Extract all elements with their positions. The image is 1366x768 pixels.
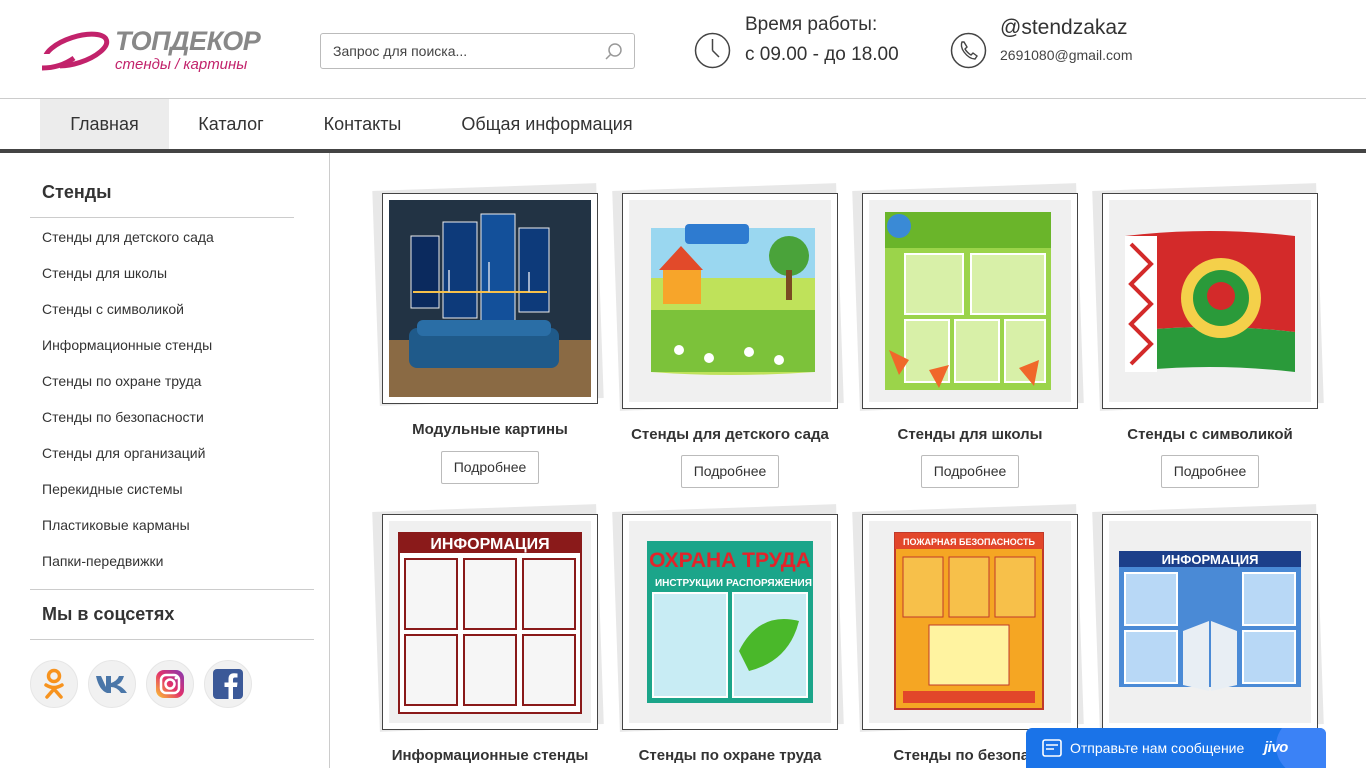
- nav-item-contacts[interactable]: Контакты: [305, 99, 420, 149]
- more-button[interactable]: Подробнее: [1161, 455, 1259, 488]
- instructions-label: ИНСТРУКЦИИ: [655, 578, 723, 589]
- facebook-link[interactable]: [204, 660, 252, 708]
- labor-safety-illustration: ОХРАНА ТРУДА ИНСТРУКЦИИ РАСПОРЯЖЕНИЯ: [629, 521, 831, 723]
- fire-safety-label: ПОЖАРНАЯ БЕЗОПАСНОСТЬ: [903, 537, 1035, 547]
- labor-safety-stand-image[interactable]: ОХРАНА ТРУДА ИНСТРУКЦИИ РАСПОРЯЖЕНИЯ: [629, 521, 831, 723]
- sidebar-item-safety[interactable]: Стенды по безопасности: [42, 409, 204, 425]
- card-title[interactable]: Стенды по охране труда: [610, 747, 850, 764]
- social-heading: Мы в соцсетях: [42, 604, 175, 624]
- mail-icon: [1042, 739, 1062, 757]
- phone-icon: [950, 32, 987, 69]
- nav-item-home[interactable]: Главная: [40, 99, 169, 149]
- instagram-link[interactable]: [146, 660, 194, 708]
- chat-brand: jivo: [1264, 739, 1288, 756]
- nav-item-catalog[interactable]: Каталог: [183, 99, 279, 149]
- sidebar-item-kindergarten[interactable]: Стенды для детского сада: [42, 229, 214, 245]
- main-nav: Главная Каталог Контакты Общая информаци…: [0, 98, 1366, 153]
- site-logo[interactable]: ТОПДЕКОР стенды / картины: [40, 26, 270, 76]
- search-input[interactable]: [321, 34, 591, 68]
- school-stand-illustration: [869, 200, 1071, 402]
- card-title[interactable]: Стенды с символикой: [1090, 426, 1330, 443]
- sidebar-item-flip-systems[interactable]: Перекидные системы: [42, 481, 183, 497]
- modular-painting-image[interactable]: [389, 200, 591, 397]
- chat-widget[interactable]: Отправьте нам сообщение jivo: [1026, 728, 1326, 768]
- contact-name[interactable]: @stendzakaz: [1000, 16, 1128, 40]
- divider: [30, 217, 294, 218]
- odnoklassniki-icon: [44, 668, 64, 699]
- more-button[interactable]: Подробнее: [441, 451, 539, 484]
- sidebar-item-symbols[interactable]: Стенды с символикой: [42, 301, 184, 317]
- flag-illustration: [1109, 200, 1311, 402]
- hours-value: с 09.00 - до 18.00: [745, 44, 899, 65]
- sidebar-item-labor-safety[interactable]: Стенды по охране труда: [42, 373, 201, 389]
- modular-painting-illustration: [389, 200, 591, 397]
- nav-item-info[interactable]: Общая информация: [447, 99, 647, 149]
- sidebar-heading: Стенды: [42, 182, 112, 202]
- info-stand-label: ИНФОРМАЦИЯ: [430, 536, 549, 553]
- card-title[interactable]: Стенды для детского сада: [610, 426, 850, 443]
- hours-label: Время работы:: [745, 14, 878, 35]
- school-stand-image[interactable]: [869, 200, 1071, 402]
- kindergarten-stand-illustration: [629, 200, 831, 402]
- more-button[interactable]: Подробнее: [921, 455, 1019, 488]
- site-header: ТОПДЕКОР стенды / картины Время работы: …: [0, 0, 1366, 98]
- search-icon[interactable]: [604, 42, 624, 62]
- sidebar-item-info[interactable]: Информационные стенды: [42, 337, 212, 353]
- instagram-icon: [156, 670, 184, 698]
- divider: [30, 589, 314, 590]
- card-frame[interactable]: ИНФОРМАЦИЯ: [382, 514, 598, 730]
- facebook-icon: [213, 669, 243, 699]
- more-button[interactable]: Подробнее: [681, 455, 779, 488]
- card-title[interactable]: Информационные стенды: [370, 747, 610, 764]
- chat-label: Отправьте нам сообщение: [1070, 740, 1245, 756]
- flip-system-stand-image[interactable]: ИНФОРМАЦИЯ: [1109, 521, 1311, 723]
- labor-safety-label: ОХРАНА ТРУДА: [649, 549, 811, 572]
- sidebar-item-organizations[interactable]: Стенды для организаций: [42, 445, 205, 461]
- card-frame[interactable]: [862, 193, 1078, 409]
- card-title[interactable]: Стенды для школы: [850, 426, 1090, 443]
- symbols-stand-image[interactable]: [1109, 200, 1311, 402]
- card-frame[interactable]: [622, 193, 838, 409]
- sidebar-item-plastic-pockets[interactable]: Пластиковые карманы: [42, 517, 190, 533]
- sidebar: Стенды Стенды для детского сада Стенды д…: [0, 153, 330, 768]
- vk-icon: [96, 676, 127, 693]
- fire-safety-stand-image[interactable]: ПОЖАРНАЯ БЕЗОПАСНОСТЬ: [869, 521, 1071, 723]
- logo-title: ТОПДЕКОР: [115, 26, 261, 56]
- info-stand-image[interactable]: ИНФОРМАЦИЯ: [389, 521, 591, 723]
- clock-icon: [694, 32, 731, 69]
- info-stand-illustration: ИНФОРМАЦИЯ: [389, 521, 591, 723]
- card-frame[interactable]: ИНФОРМАЦИЯ: [1102, 514, 1318, 730]
- card-frame[interactable]: ПОЖАРНАЯ БЕЗОПАСНОСТЬ: [862, 514, 1078, 730]
- kindergarten-stand-image[interactable]: [629, 200, 831, 402]
- card-frame[interactable]: [382, 193, 598, 404]
- divider: [30, 639, 314, 640]
- search-box: [320, 33, 635, 69]
- vk-link[interactable]: [88, 660, 136, 708]
- sidebar-item-school[interactable]: Стенды для школы: [42, 265, 167, 281]
- logo-swoosh-icon: [40, 31, 110, 74]
- flip-system-illustration: ИНФОРМАЦИЯ: [1109, 521, 1311, 723]
- card-frame[interactable]: ОХРАНА ТРУДА ИНСТРУКЦИИ РАСПОРЯЖЕНИЯ: [622, 514, 838, 730]
- fire-safety-illustration: ПОЖАРНАЯ БЕЗОПАСНОСТЬ: [869, 521, 1071, 723]
- odnoklassniki-link[interactable]: [30, 660, 78, 708]
- logo-subtitle: стенды / картины: [115, 56, 248, 73]
- sidebar-item-folders[interactable]: Папки-передвижки: [42, 553, 163, 569]
- orders-label: РАСПОРЯЖЕНИЯ: [726, 578, 812, 589]
- card-title[interactable]: Модульные картины: [370, 421, 610, 438]
- contact-email[interactable]: 2691080@gmail.com: [1000, 47, 1133, 63]
- card-frame[interactable]: [1102, 193, 1318, 409]
- flip-system-label: ИНФОРМАЦИЯ: [1162, 552, 1259, 567]
